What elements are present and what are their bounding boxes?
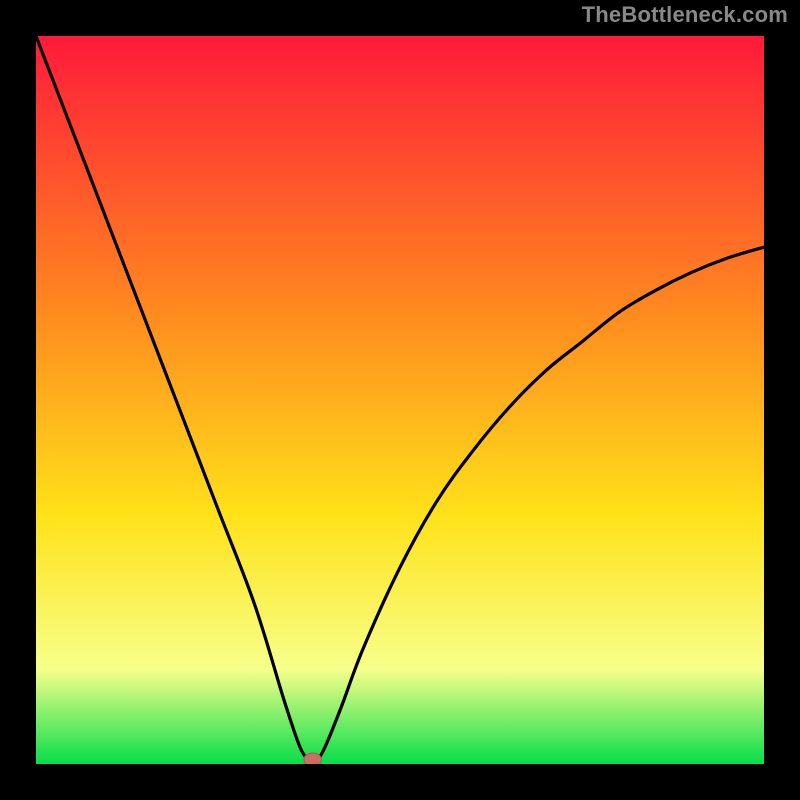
watermark-text: TheBottleneck.com	[582, 2, 788, 28]
outer-frame: TheBottleneck.com	[0, 0, 800, 800]
gradient-background	[36, 36, 764, 764]
minimum-marker	[304, 753, 321, 764]
bottleneck-chart	[36, 36, 764, 764]
